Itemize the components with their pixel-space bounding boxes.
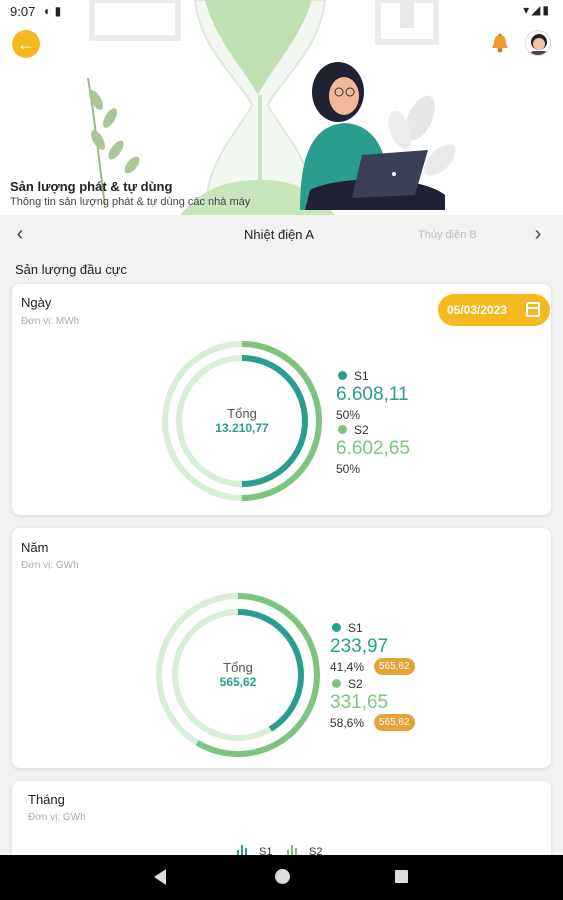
s1-percent: 50%: [336, 408, 361, 422]
plant-tab-active[interactable]: Nhiệt điện A: [244, 227, 314, 242]
day-card-title: Ngày: [21, 295, 52, 310]
year-s1-value: 233,97: [330, 636, 389, 657]
year-s2-value: 331,65: [330, 692, 389, 713]
year-s1-label: S1: [348, 621, 363, 635]
s1-value: 6.608,11: [336, 384, 409, 405]
s2-value: 6.602,65: [336, 438, 410, 459]
date-picker-button[interactable]: 05/03/2023: [438, 294, 550, 326]
s2-legend-dot: [338, 425, 347, 434]
header-banner: 9:07 ◐ ▮ ▾◢▮ ← Sản lượng phát & tự dùng …: [0, 0, 563, 215]
s2-label: S2: [354, 423, 369, 437]
day-card: Ngày Đơn vị: MWh 05/03/2023 Tổng 13.210,…: [12, 284, 551, 515]
chevron-left-icon[interactable]: ‹: [10, 223, 30, 245]
day-total-value: 13.210,77: [215, 421, 269, 435]
year-s2-legend-dot: [332, 679, 341, 688]
user-avatar[interactable]: [525, 30, 551, 56]
year-s1-badge: 565,62: [374, 658, 415, 675]
chevron-right-icon[interactable]: ›: [528, 223, 548, 245]
year-s2-label: S2: [348, 677, 363, 691]
day-total-label: Tổng: [227, 406, 257, 421]
back-button[interactable]: ←: [12, 30, 40, 58]
year-total-value: 565,62: [219, 675, 257, 689]
arrow-left-icon: ←: [17, 34, 35, 54]
nav-back-icon[interactable]: [154, 869, 166, 885]
year-s1-legend-dot: [332, 623, 341, 632]
s1-label: S1: [354, 369, 369, 383]
year-card-title: Năm: [21, 540, 49, 555]
year-card: Năm Đơn vị: GWh Tổng 565,62 S1 233,97 41…: [12, 528, 551, 768]
month-card-title: Tháng: [28, 792, 65, 807]
day-total: Tổng 13.210,77: [202, 406, 282, 435]
year-card-unit: Đơn vị: GWh: [21, 560, 79, 571]
year-total-label: Tổng: [223, 660, 253, 675]
year-s1-percent: 41,4%: [330, 660, 365, 674]
year-s2-percent: 58,6%: [330, 716, 365, 730]
nav-recents-icon[interactable]: [395, 870, 408, 883]
status-right-icons: ▾◢▮: [523, 3, 551, 17]
date-value: 05/03/2023: [447, 303, 508, 317]
plant-selector: ‹ Nhiệt điện A Thủy điện B ›: [0, 215, 563, 255]
nav-home-icon[interactable]: [275, 869, 290, 884]
screen: 9:07 ◐ ▮ ▾◢▮ ← Sản lượng phát & tự dùng …: [0, 0, 563, 900]
system-nav-bar: [0, 855, 563, 900]
year-s2-badge: 565,62: [374, 714, 415, 731]
status-left-icons: ◐ ▮: [44, 4, 62, 18]
status-time: 9:07: [10, 4, 36, 19]
plant-tab-next[interactable]: Thủy điện B: [418, 229, 477, 241]
page-title: Sản lượng phát & tự dùng: [10, 179, 173, 194]
day-card-unit: Đơn vị: MWh: [21, 316, 80, 327]
status-bar: 9:07 ◐ ▮ ▾◢▮: [0, 0, 563, 24]
section-title: Sản lượng đầu cực: [15, 262, 127, 277]
calendar-icon: [526, 302, 540, 317]
bell-icon[interactable]: [489, 32, 511, 54]
year-total: Tổng 565,62: [198, 660, 278, 689]
s1-legend-dot: [338, 371, 347, 380]
month-card-unit: Đơn vị: GWh: [28, 812, 86, 823]
page-subtitle: Thông tin sản lượng phát & tự dùng các n…: [10, 196, 251, 208]
s2-percent: 50%: [336, 462, 361, 476]
